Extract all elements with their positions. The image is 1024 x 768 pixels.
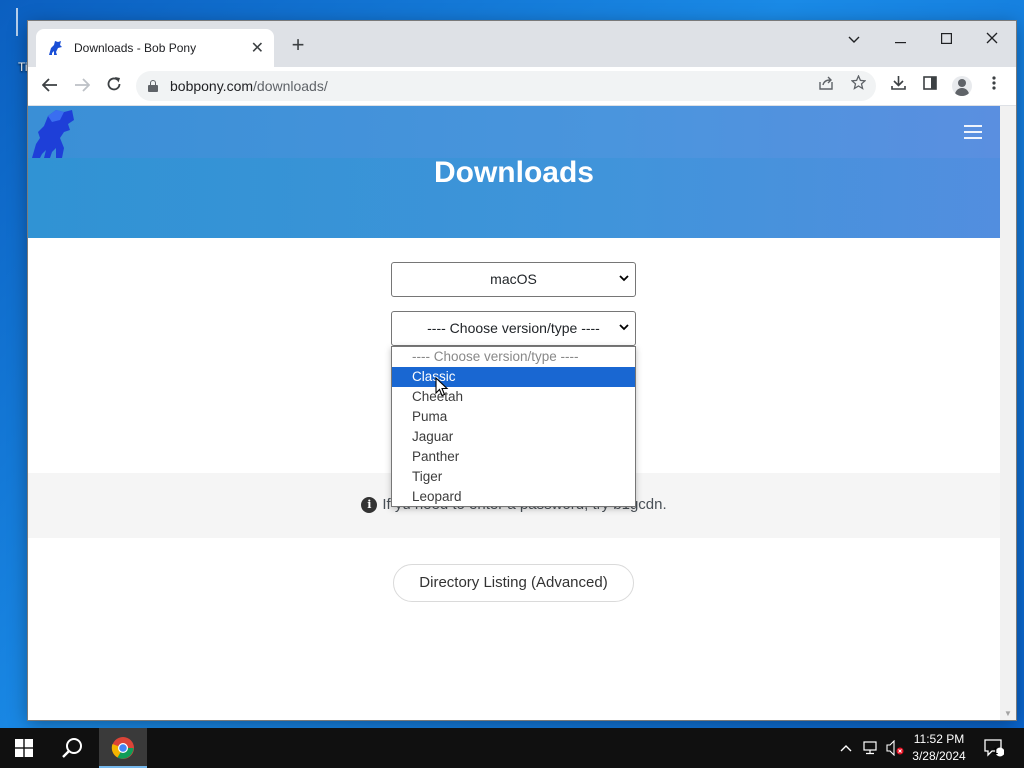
version-option[interactable]: Panther xyxy=(392,447,635,467)
os-select-value: macOS xyxy=(490,271,537,287)
version-dropdown-list: ---- Choose version/type ---- Classic Ch… xyxy=(391,346,636,507)
lock-icon xyxy=(148,80,158,92)
reload-button[interactable] xyxy=(100,72,128,100)
desktop-shortcut-label: Ti xyxy=(18,60,28,74)
version-option[interactable]: Tiger xyxy=(392,467,635,487)
os-select[interactable]: macOS xyxy=(391,262,636,297)
side-panel-icon[interactable] xyxy=(916,72,944,100)
version-option[interactable]: Cheetah xyxy=(392,387,635,407)
hamburger-menu-icon[interactable] xyxy=(964,125,982,139)
page-header: Downloads xyxy=(28,106,1000,238)
chrome-icon xyxy=(111,737,134,759)
minimize-icon xyxy=(894,42,906,44)
url-text: bobpony.com/downloads/ xyxy=(170,78,328,94)
close-window-button[interactable] xyxy=(970,25,1014,53)
notification-center-icon[interactable]: 1 xyxy=(980,728,1008,768)
tab-search-button[interactable] xyxy=(832,25,876,53)
search-icon xyxy=(62,738,82,758)
maximize-button[interactable] xyxy=(924,25,968,53)
scroll-down-arrow-icon[interactable]: ▼ xyxy=(1004,709,1012,718)
bobpony-favicon-icon xyxy=(49,41,62,55)
clock-date: 3/28/2024 xyxy=(912,749,966,763)
tab-downloads[interactable]: Downloads - Bob Pony ✕ xyxy=(36,29,274,67)
share-icon[interactable] xyxy=(812,71,840,101)
back-button[interactable] xyxy=(36,72,64,100)
version-option[interactable]: ---- Choose version/type ---- xyxy=(392,347,635,367)
new-tab-button[interactable]: + xyxy=(286,34,310,58)
maximize-icon xyxy=(940,33,952,45)
browser-toolbar: bobpony.com/downloads/ xyxy=(28,67,1016,105)
mouse-pointer-icon xyxy=(435,377,449,397)
notification-count: 1 xyxy=(993,746,999,756)
title-bar: Downloads - Bob Pony ✕ + xyxy=(28,21,1016,67)
minimize-button[interactable] xyxy=(878,25,922,53)
tab-close-icon[interactable]: ✕ xyxy=(251,38,264,58)
volume-muted-icon[interactable] xyxy=(884,728,906,768)
chevron-up-icon xyxy=(840,745,852,752)
chevron-down-icon xyxy=(619,324,629,331)
bookmark-star-icon[interactable] xyxy=(844,71,872,101)
network-icon[interactable] xyxy=(860,728,882,768)
info-icon: i xyxy=(361,497,378,513)
address-bar[interactable]: bobpony.com/downloads/ xyxy=(136,71,876,101)
start-button[interactable] xyxy=(0,728,48,768)
version-select[interactable]: ---- Choose version/type ---- xyxy=(391,311,636,346)
download-icon[interactable] xyxy=(884,72,912,100)
page-scrollbar[interactable]: ▼ xyxy=(1000,106,1016,720)
version-select-value: ---- Choose version/type ---- xyxy=(427,320,600,336)
forward-button[interactable] xyxy=(68,72,96,100)
version-option[interactable]: Puma xyxy=(392,407,635,427)
system-clock[interactable]: 11:52 PM 3/28/2024 xyxy=(904,731,974,765)
taskbar: 11:52 PM 3/28/2024 1 xyxy=(0,728,1024,768)
clock-time: 11:52 PM xyxy=(913,732,965,746)
profile-avatar-icon[interactable] xyxy=(948,72,976,100)
version-option[interactable]: Leopard xyxy=(392,487,635,507)
arrow-right-icon xyxy=(75,78,91,92)
search-button[interactable] xyxy=(48,728,96,768)
chrome-taskbar-button[interactable] xyxy=(99,728,147,768)
version-option[interactable]: Jaguar xyxy=(392,427,635,447)
tray-overflow-chevron[interactable] xyxy=(836,728,856,768)
tab-title: Downloads - Bob Pony xyxy=(74,41,197,55)
chevron-down-icon xyxy=(848,36,860,43)
more-menu-icon[interactable] xyxy=(980,72,1008,100)
directory-listing-button[interactable]: Directory Listing (Advanced) xyxy=(393,564,634,602)
close-icon xyxy=(986,32,998,44)
windows-logo-icon xyxy=(15,739,33,757)
version-option-selected[interactable]: Classic xyxy=(392,367,635,387)
page-title: Downloads xyxy=(433,156,594,189)
reload-icon xyxy=(107,77,121,91)
bobpony-logo-icon[interactable] xyxy=(30,108,76,158)
chevron-down-icon xyxy=(619,275,629,282)
arrow-left-icon xyxy=(41,78,57,92)
